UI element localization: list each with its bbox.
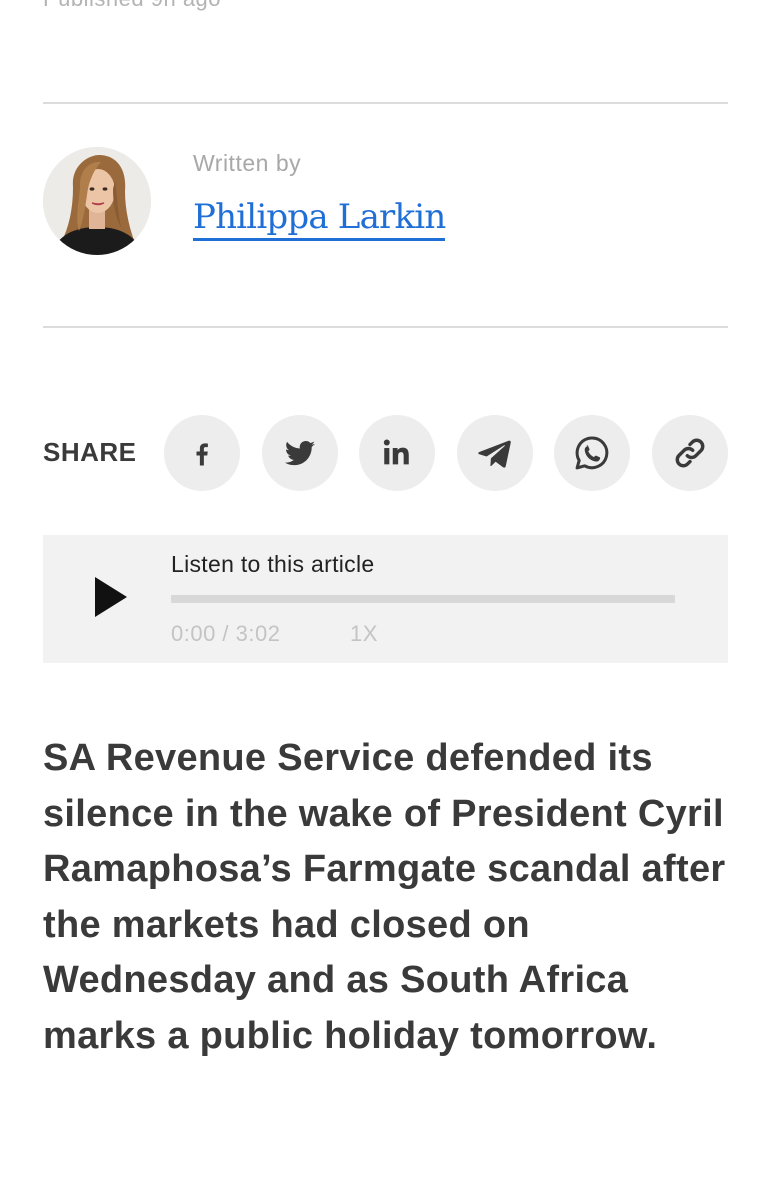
article-lede: SA Revenue Service defended its silence …	[43, 737, 726, 1057]
playback-speed-button[interactable]: 1X	[350, 621, 378, 647]
whatsapp-icon	[575, 436, 609, 470]
play-icon	[95, 577, 127, 617]
share-label: SHARE	[43, 437, 137, 467]
audio-title: Listen to this article	[171, 551, 375, 577]
share-telegram-button[interactable]	[457, 415, 533, 491]
twitter-icon	[284, 441, 315, 466]
share-facebook-button[interactable]	[164, 415, 240, 491]
play-button[interactable]	[91, 575, 131, 619]
telegram-icon	[478, 440, 511, 468]
share-twitter-button[interactable]	[262, 415, 338, 491]
linkedin-icon	[383, 439, 409, 465]
share-linkedin-button[interactable]	[359, 415, 435, 491]
article-page: Published 9h ago Written by Philippa Lar…	[0, 0, 771, 1200]
author-avatar[interactable]	[43, 147, 151, 255]
share-copy-link-button[interactable]	[652, 415, 728, 491]
published-time: Published 9h ago	[43, 0, 221, 12]
audio-player: Listen to this article 0:00 / 3:02 1X	[43, 535, 728, 663]
audio-progress-bar[interactable]	[171, 595, 675, 603]
divider	[43, 326, 728, 328]
share-whatsapp-button[interactable]	[554, 415, 630, 491]
audio-time: 0:00 / 3:02	[171, 621, 281, 646]
divider	[43, 102, 728, 104]
written-by-label: Written by	[193, 150, 302, 176]
facebook-icon	[196, 443, 208, 466]
link-icon	[675, 438, 705, 468]
author-photo	[43, 147, 151, 255]
author-name-link[interactable]: Philippa Larkin	[193, 196, 446, 241]
